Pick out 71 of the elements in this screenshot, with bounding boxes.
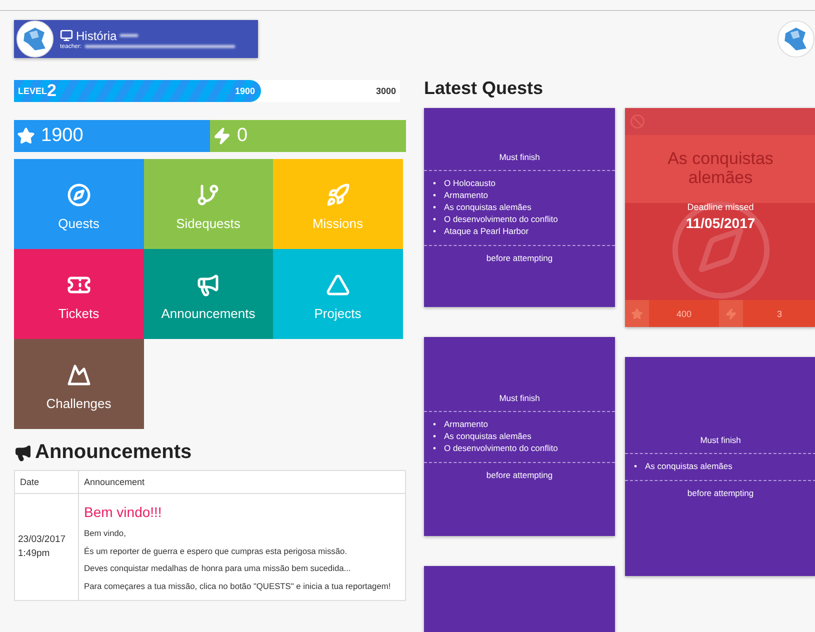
stat-value: 0 <box>237 125 248 147</box>
required-quest-item: As conquistas alemães <box>444 431 532 443</box>
coins-value: 3 <box>776 308 782 318</box>
must-finish-label: Must finish <box>699 435 742 448</box>
deadline-date: 11/05/2017 <box>686 215 756 231</box>
bullet: • <box>433 442 436 455</box>
max-points: 3000 <box>376 86 396 96</box>
deadline-status: Deadline missed <box>687 202 754 212</box>
bullet: • <box>433 202 436 214</box>
branch-icon <box>196 183 220 207</box>
required-quest-item: O desenvolvimento do conflito <box>444 214 558 226</box>
section-heading: Latest Quests <box>424 78 544 99</box>
required-quest-item: As conquistas alemães <box>644 461 732 473</box>
announcement-title: Bem vindo!!! <box>84 504 163 520</box>
announcement-paragraph: Deves conquistar medalhas de honra para uma missão bem sucedida... <box>84 562 352 575</box>
quest-card[interactable]: Must finish • Armamento • As conquistas alemães • O desenvolvimento do conflito before attempting <box>424 337 615 536</box>
star-icon <box>17 127 35 145</box>
menu-tile[interactable]: Tickets <box>14 249 144 339</box>
required-quest-item: As conquistas alemães <box>444 202 532 214</box>
quest-title: As conquistas alemães <box>666 150 774 188</box>
bullet: • <box>433 431 436 443</box>
course-title: História <box>76 28 117 42</box>
announcement-paragraph: És um reporter de guerra e espero que cumpras esta perigosa missão. <box>84 544 348 558</box>
required-quest-item: O desenvolvimento do conflito <box>444 442 558 455</box>
rocket-icon <box>326 183 350 207</box>
bullet: • <box>433 226 436 238</box>
triangle-icon <box>326 273 350 297</box>
bolt-icon <box>213 127 231 145</box>
menu-tile[interactable]: Quests <box>14 159 144 249</box>
bullet: • <box>634 461 637 473</box>
menu-tile[interactable]: Challenges <box>14 339 144 429</box>
blocked-icon <box>630 114 645 129</box>
required-quest-item: O Holocausto <box>444 178 496 190</box>
announcement-paragraph: Para começares a tua missão, clica no botão "QUESTS" e inicia a tua reportagem! <box>84 580 392 592</box>
monitor-icon <box>60 29 73 42</box>
megaphone-icon <box>196 273 220 297</box>
required-quest-item: Ataque a Pearl Harbor <box>444 226 529 238</box>
quest-card[interactable]: Must finish • O Holocausto • Armamento • As conquistas alemães • O desenvolvimento do conflito • Ataque a Pearl Harbor before attempting <box>424 108 615 307</box>
compass-icon <box>66 183 91 207</box>
before-attempting-label: before attempting <box>485 252 554 263</box>
quest-card[interactable]: Must finish • As conquistas alemães before attempting <box>625 357 815 576</box>
column-header: Date <box>15 471 79 494</box>
bullet: • <box>433 214 436 226</box>
before-attempting-label: before attempting <box>485 468 554 480</box>
required-quest-item: Armamento <box>444 190 488 202</box>
must-finish-label: Must finish <box>498 393 541 406</box>
megaphone-icon <box>14 444 32 462</box>
before-attempting-label: before attempting <box>686 486 755 498</box>
blurred-text <box>120 34 138 37</box>
level-label: LEVEL <box>18 86 48 96</box>
column-header: Announcement <box>79 471 405 494</box>
must-finish-label: Must finish <box>498 152 541 164</box>
bolt-icon <box>725 308 737 320</box>
section-heading: Announcements <box>35 441 192 464</box>
bullet: • <box>433 190 436 202</box>
avatar-icon[interactable] <box>777 20 815 58</box>
stat-value: 1900 <box>41 125 84 147</box>
announcement-time: 1:49pm <box>18 547 51 562</box>
announcement-date: 23/03/2017 <box>18 532 67 547</box>
bullet: • <box>433 178 436 190</box>
mountain-icon <box>66 363 91 387</box>
quest-card[interactable]: As conquistas alemães Deadline missed 11/05/2017 400 3 <box>625 108 815 327</box>
star-icon <box>631 308 643 320</box>
menu-tile[interactable]: Announcements <box>144 249 273 339</box>
bullet: • <box>433 419 436 432</box>
required-quest-item: Armamento <box>444 419 488 432</box>
current-points: 1900 <box>235 86 256 96</box>
avatar-icon[interactable] <box>16 20 54 58</box>
announcement-paragraph: Bem vindo, <box>84 527 127 540</box>
level-number: 2 <box>47 81 56 101</box>
xp-value: 400 <box>676 308 692 318</box>
